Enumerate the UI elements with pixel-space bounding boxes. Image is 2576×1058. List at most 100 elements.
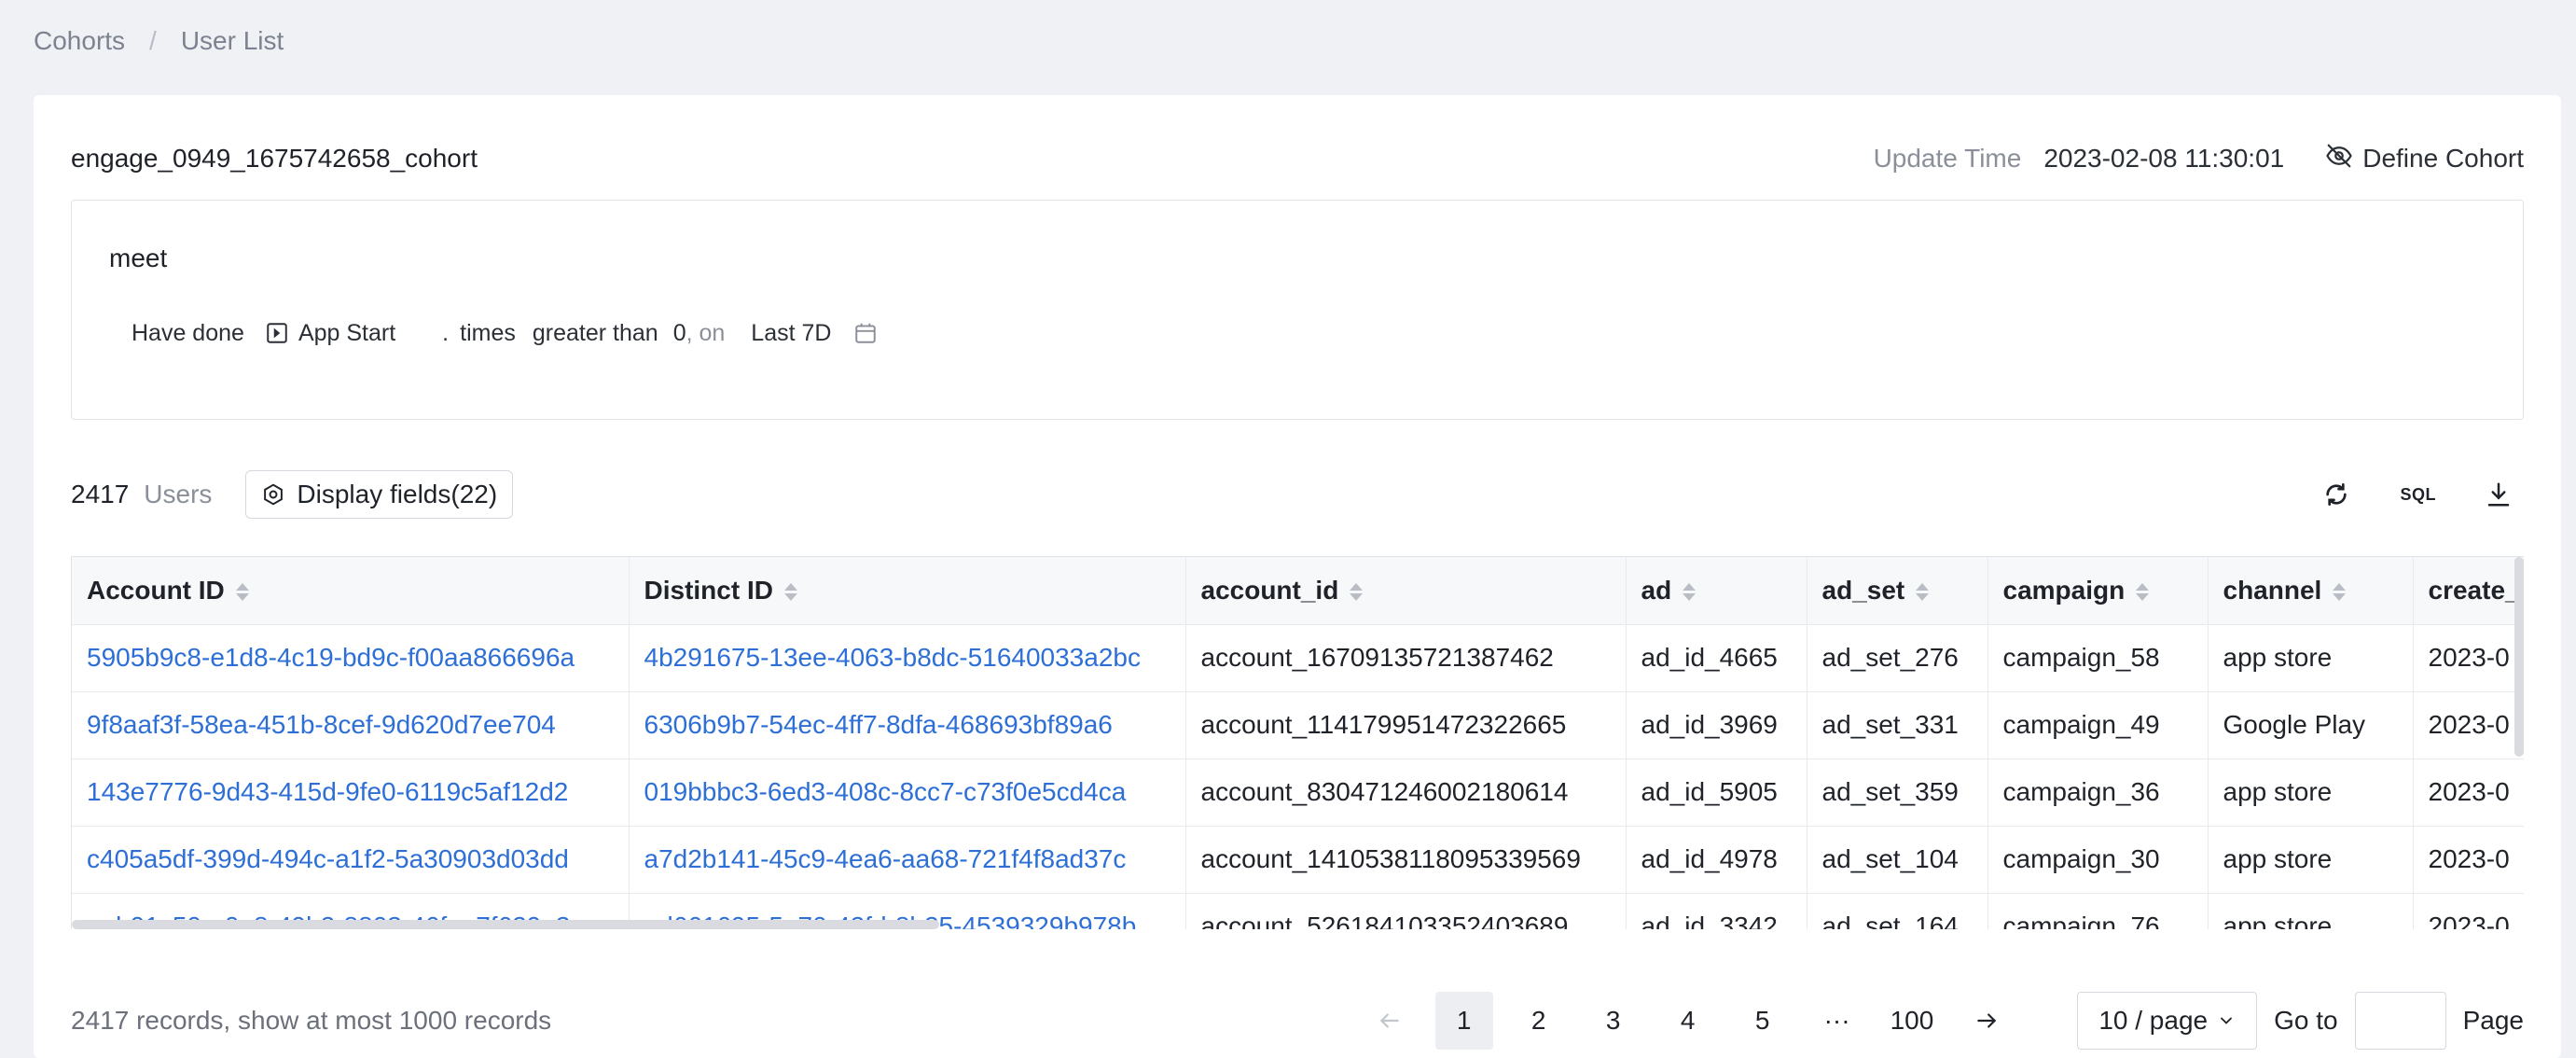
table-cell: app store bbox=[2208, 759, 2414, 827]
sort-icon[interactable] bbox=[783, 582, 797, 601]
table-cell: ad_id_5905 bbox=[1626, 759, 1807, 827]
define-cohort-button[interactable]: Define Cohort bbox=[2325, 142, 2524, 176]
arrow-right-icon bbox=[1977, 1013, 1997, 1028]
table-row[interactable]: 5905b9c8-e1d8-4c19-bd9c-f00aa866696a 4b29… bbox=[72, 624, 2524, 692]
column-header-account-id[interactable]: Account ID bbox=[72, 557, 630, 625]
table-cell[interactable]: 5905b9c8-e1d8-4c19-bd9c-f00aa866696a bbox=[72, 624, 630, 692]
sort-icon[interactable] bbox=[235, 582, 249, 601]
sort-icon[interactable] bbox=[1683, 582, 1697, 601]
table-cell: campaign_49 bbox=[1987, 691, 2209, 759]
sort-icon[interactable] bbox=[2333, 582, 2347, 601]
table-cell: ad_id_4665 bbox=[1626, 624, 1807, 692]
table-row[interactable]: 143e7776-9d43-415d-9fe0-6119c5af12d2 019b… bbox=[72, 759, 2524, 827]
table-cell[interactable]: c405a5df-399d-494c-a1f2-5a30903d03dd bbox=[72, 826, 630, 894]
table-cell: app store bbox=[2208, 624, 2414, 692]
display-fields-label: Display fields(22) bbox=[297, 480, 498, 508]
sort-icon[interactable] bbox=[2136, 582, 2150, 601]
users-label: Users bbox=[144, 480, 213, 508]
page-4-button[interactable]: 4 bbox=[1659, 992, 1717, 1050]
table-cell: campaign_36 bbox=[1987, 759, 2209, 827]
column-header-channel[interactable]: channel bbox=[2208, 557, 2414, 625]
table-cell: account_526184103352403689 bbox=[1185, 893, 1627, 929]
page-1-button[interactable]: 1 bbox=[1434, 992, 1493, 1050]
page-ellipsis[interactable]: ··· bbox=[1808, 992, 1866, 1050]
times-select[interactable]: times bbox=[460, 320, 516, 347]
page-100-button[interactable]: 100 bbox=[1883, 992, 1942, 1050]
table-cell: ad_id_4978 bbox=[1626, 826, 1807, 894]
table-cell[interactable]: 9f8aaf3f-58ea-451b-8cef-9d620d7ee704 bbox=[72, 691, 630, 759]
table-cell: 2023-0 bbox=[2413, 893, 2524, 929]
table-cell: ad_id_3969 bbox=[1626, 691, 1807, 759]
breadcrumb: Cohorts / User List bbox=[34, 26, 284, 56]
table-cell[interactable]: 143e7776-9d43-415d-9fe0-6119c5af12d2 bbox=[72, 759, 630, 827]
table-cell: Google Play bbox=[2208, 691, 2414, 759]
table-cell[interactable]: 4b291675-13ee-4063-b8dc-51640033a2bc bbox=[629, 624, 1186, 692]
chevron-down-icon bbox=[2221, 1017, 2233, 1024]
table-cell: ad_set_331 bbox=[1807, 691, 1988, 759]
gear-icon bbox=[261, 482, 285, 507]
table-cell: ad_set_104 bbox=[1807, 826, 1988, 894]
display-fields-button[interactable]: Display fields(22) bbox=[245, 470, 514, 519]
page-5-button[interactable]: 5 bbox=[1734, 992, 1792, 1050]
column-header-campaign[interactable]: campaign bbox=[1987, 557, 2209, 625]
have-done-label: Have done bbox=[132, 319, 244, 346]
calendar-icon[interactable] bbox=[853, 321, 878, 345]
table-header-row: Account ID Distinct ID account_id ad ad_… bbox=[72, 557, 2524, 625]
horizontal-scrollbar[interactable] bbox=[72, 920, 939, 929]
table-cell: campaign_30 bbox=[1987, 826, 2209, 894]
column-header-ad-set[interactable]: ad_set bbox=[1807, 557, 1988, 625]
event-property-dot: . bbox=[442, 319, 450, 346]
table-cell: account_16709135721387462 bbox=[1185, 624, 1627, 692]
table-row[interactable]: c405a5df-399d-494c-a1f2-5a30903d03dd a7d2… bbox=[72, 826, 2524, 894]
table-cell[interactable]: 019bbbc3-6ed3-408c-8cc7-c73f0e5cd4ca bbox=[629, 759, 1186, 827]
next-page-button[interactable] bbox=[1958, 992, 2015, 1050]
event-select[interactable]: App Start bbox=[298, 320, 395, 347]
table-cell[interactable]: a7d2b141-45c9-4ea6-aa68-721f4f8ad37c bbox=[629, 826, 1186, 894]
condition-box: meet Have done App Start . times greater… bbox=[71, 200, 2524, 420]
column-header-distinct-id[interactable]: Distinct ID bbox=[629, 557, 1186, 625]
refresh-icon[interactable] bbox=[2321, 480, 2351, 509]
breadcrumb-separator: / bbox=[149, 26, 157, 55]
date-range-select[interactable]: Last 7D bbox=[751, 320, 831, 347]
value-input[interactable]: 0 bbox=[673, 320, 686, 347]
page-2-button[interactable]: 2 bbox=[1510, 992, 1568, 1050]
users-count: 2417 bbox=[71, 480, 130, 508]
table-cell: 2023-0 bbox=[2413, 826, 2524, 894]
breadcrumb-current: User List bbox=[180, 26, 284, 55]
vertical-scrollbar[interactable] bbox=[2514, 557, 2524, 757]
prev-page-button[interactable] bbox=[1361, 992, 1419, 1050]
column-header-create[interactable]: create_ bbox=[2413, 557, 2524, 625]
page-3-button[interactable]: 3 bbox=[1585, 992, 1642, 1050]
header-meta: Update Time 2023-02-08 11:30:01 Define C… bbox=[1874, 142, 2524, 176]
table-cell[interactable]: 6306b9b7-54ec-4ff7-8dfa-468693bf89a6 bbox=[629, 691, 1186, 759]
breadcrumb-cohorts-link[interactable]: Cohorts bbox=[34, 26, 125, 56]
sort-icon[interactable] bbox=[1916, 582, 1930, 601]
table-cell: app store bbox=[2208, 826, 2414, 894]
table-cell: account_1410538118095339569 bbox=[1185, 826, 1627, 894]
on-label: , on bbox=[686, 319, 726, 346]
table-cell: campaign_58 bbox=[1987, 624, 2209, 692]
users-table: Account ID Distinct ID account_id ad ad_… bbox=[71, 556, 2524, 929]
cohort-card: engage_0949_1675742658_cohort Update Tim… bbox=[34, 95, 2561, 1058]
table-toolbar: 2417 Users Display fields(22) SQL bbox=[71, 470, 2524, 519]
operator-select[interactable]: greater than bbox=[533, 320, 658, 347]
table-cell: ad_set_164 bbox=[1807, 893, 1988, 929]
eye-off-icon bbox=[2325, 142, 2353, 176]
sort-icon[interactable] bbox=[1350, 582, 1364, 601]
cohort-title: engage_0949_1675742658_cohort bbox=[71, 144, 478, 173]
table-cell: 2023-0 bbox=[2413, 624, 2524, 692]
table-row[interactable]: 9f8aaf3f-58ea-451b-8cef-9d620d7ee704 6306… bbox=[72, 691, 2524, 759]
page-size-select[interactable]: 10 / page bbox=[2077, 992, 2258, 1050]
column-header-account-id-prop[interactable]: account_id bbox=[1185, 557, 1627, 625]
table-cell: 2023-0 bbox=[2413, 759, 2524, 827]
download-icon[interactable] bbox=[2485, 480, 2513, 508]
table-cell: ad_set_276 bbox=[1807, 624, 1988, 692]
card-header: engage_0949_1675742658_cohort Update Tim… bbox=[71, 140, 2524, 177]
page-size-value: 10 / page bbox=[2098, 1006, 2209, 1035]
column-header-ad[interactable]: ad bbox=[1626, 557, 1807, 625]
goto-label: Go to bbox=[2274, 1006, 2338, 1035]
sql-button[interactable]: SQL bbox=[2400, 485, 2436, 505]
goto-page-input[interactable] bbox=[2354, 992, 2446, 1050]
table-cell: app store bbox=[2208, 893, 2414, 929]
define-cohort-label: Define Cohort bbox=[2362, 144, 2524, 173]
